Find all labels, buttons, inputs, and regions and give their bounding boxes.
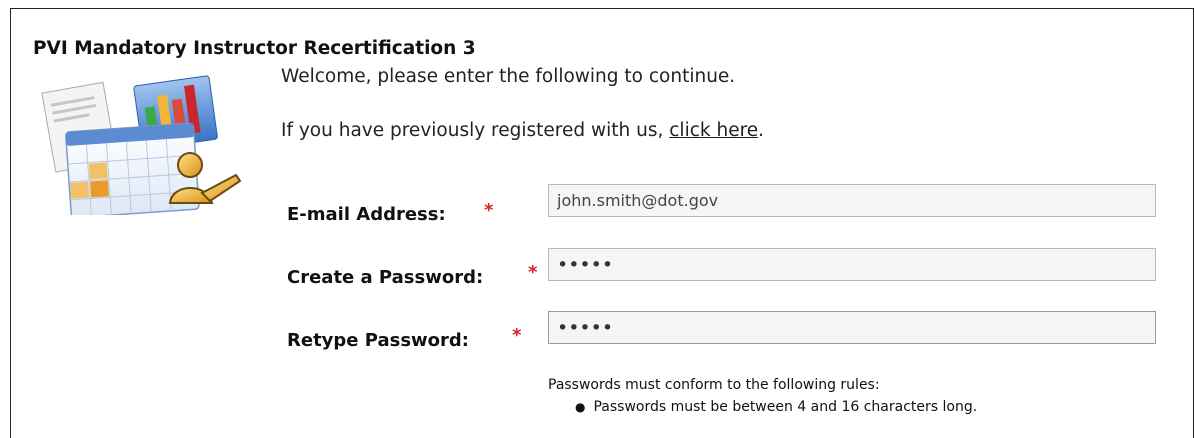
previously-suffix: . xyxy=(758,120,765,141)
previously-prefix: If you have previously registered with u… xyxy=(281,120,670,141)
email-field[interactable] xyxy=(548,184,1156,217)
create-password-field[interactable] xyxy=(548,248,1156,281)
password-rules-title: Passwords must conform to the following … xyxy=(548,377,880,393)
password-rules-list: Passwords must be between 4 and 16 chara… xyxy=(575,399,977,415)
welcome-text: Welcome, please enter the following to c… xyxy=(281,66,736,87)
page-title: PVI Mandatory Instructor Recertification… xyxy=(33,38,476,59)
email-required-marker: * xyxy=(484,200,494,221)
create-password-required-marker: * xyxy=(528,262,538,283)
retype-password-required-marker: * xyxy=(512,325,522,346)
previously-registered-text: If you have previously registered with u… xyxy=(281,120,764,141)
email-label: E-mail Address: xyxy=(287,204,446,225)
retype-password-label: Retype Password: xyxy=(287,330,470,351)
click-here-link[interactable]: click here xyxy=(669,120,758,141)
create-password-label: Create a Password: xyxy=(287,267,484,288)
calendar-presentation-icon xyxy=(41,75,242,215)
retype-password-field[interactable] xyxy=(548,311,1156,344)
password-rule-item: Passwords must be between 4 and 16 chara… xyxy=(575,399,977,415)
